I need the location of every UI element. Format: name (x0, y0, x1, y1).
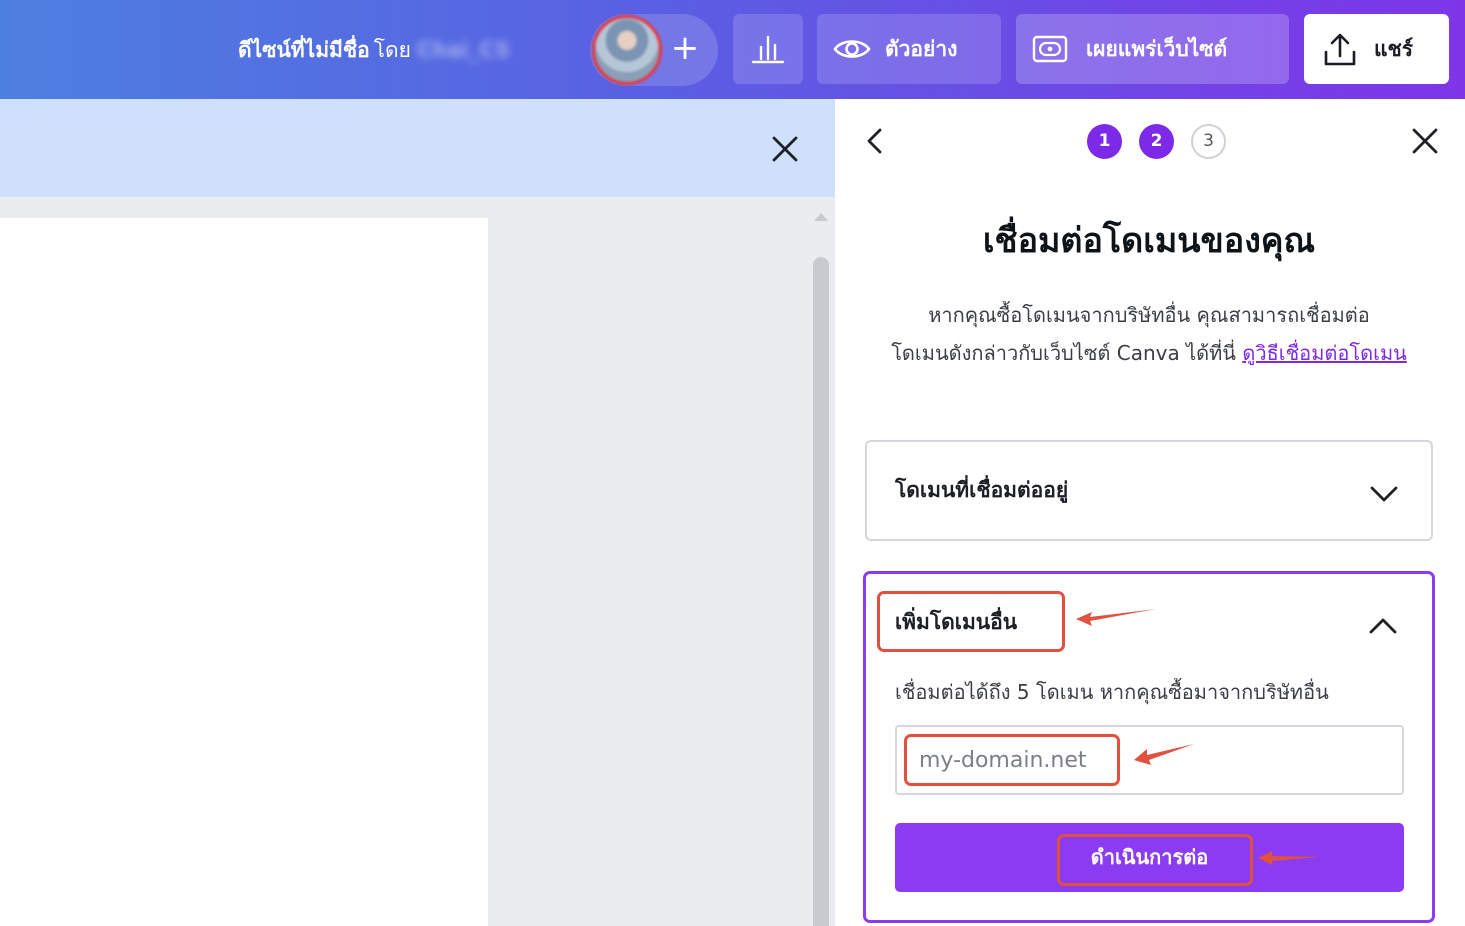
plus-icon: + (670, 28, 700, 68)
close-icon[interactable] (770, 134, 800, 164)
how-to-connect-link[interactable]: ดูวิธีเชื่อมต่อโดเมน (1242, 341, 1406, 365)
design-page[interactable] (0, 218, 488, 926)
upload-icon (1324, 33, 1356, 66)
insights-button[interactable] (733, 14, 803, 84)
share-button[interactable]: แชร์ (1304, 14, 1449, 84)
design-name[interactable]: ดีไซน์ที่ไม่มีชื่อ (238, 38, 370, 62)
scroll-up-arrow-icon[interactable] (814, 213, 828, 221)
by-label: โดย (373, 38, 411, 62)
panel-title: เชื่อมต่อโดเมนของคุณ (982, 221, 1316, 261)
back-arrow-icon[interactable] (862, 126, 888, 156)
preview-label: ตัวอย่าง (885, 37, 958, 61)
panel-close-icon[interactable] (1410, 126, 1440, 156)
publish-label: เผยแพร่เว็บไซต์ (1086, 37, 1228, 61)
info-banner (0, 99, 835, 197)
annotation-arrow-icon (1258, 851, 1320, 865)
annotation-highlight-add-domain (877, 591, 1065, 652)
chevron-down-icon (1370, 486, 1398, 502)
step-indicator-2: 2 (1139, 124, 1174, 159)
connected-domains-accordion[interactable]: โดเมนที่เชื่อมต่ออยู่ (865, 440, 1433, 541)
chevron-up-icon[interactable] (1368, 616, 1398, 636)
owner-name: Chai_CS (417, 38, 511, 62)
add-domain-help-text: เชื่อมต่อได้ถึง 5 โดเมน หากคุณซื้อมาจากบ… (895, 680, 1329, 704)
annotation-highlight-continue (1057, 834, 1253, 886)
scrollbar[interactable] (813, 257, 829, 926)
bar-chart-icon (751, 35, 785, 64)
panel-description: หากคุณซื้อโดเมนจากบริษัทอื่น คุณสามารถเช… (875, 296, 1423, 372)
add-collaborator-button[interactable]: + (665, 28, 705, 68)
annotation-arrow-icon (1134, 744, 1194, 765)
avatar[interactable] (592, 15, 662, 85)
annotation-arrow-icon (1076, 609, 1156, 626)
design-title[interactable]: ดีไซน์ที่ไม่มีชื่อ โดย Chai_CS (238, 33, 510, 67)
annotation-highlight-domain-input (904, 734, 1120, 786)
eye-icon (833, 40, 871, 58)
step-indicator-3: 3 (1191, 124, 1226, 159)
website-icon (1032, 35, 1068, 63)
preview-button[interactable]: ตัวอย่าง (817, 14, 1001, 84)
description-line-2: โดเมนดังกล่าวกับเว็บไซต์ Canva ได้ที่นี่ (891, 341, 1236, 365)
step-indicator-1: 1 (1087, 124, 1122, 159)
connected-domains-label: โดเมนที่เชื่อมต่ออยู่ (895, 478, 1069, 502)
description-line-1: หากคุณซื้อโดเมนจากบริษัทอื่น คุณสามารถเช… (928, 303, 1370, 327)
publish-website-button[interactable]: เผยแพร่เว็บไซต์ (1016, 14, 1289, 84)
share-label: แชร์ (1374, 37, 1414, 61)
